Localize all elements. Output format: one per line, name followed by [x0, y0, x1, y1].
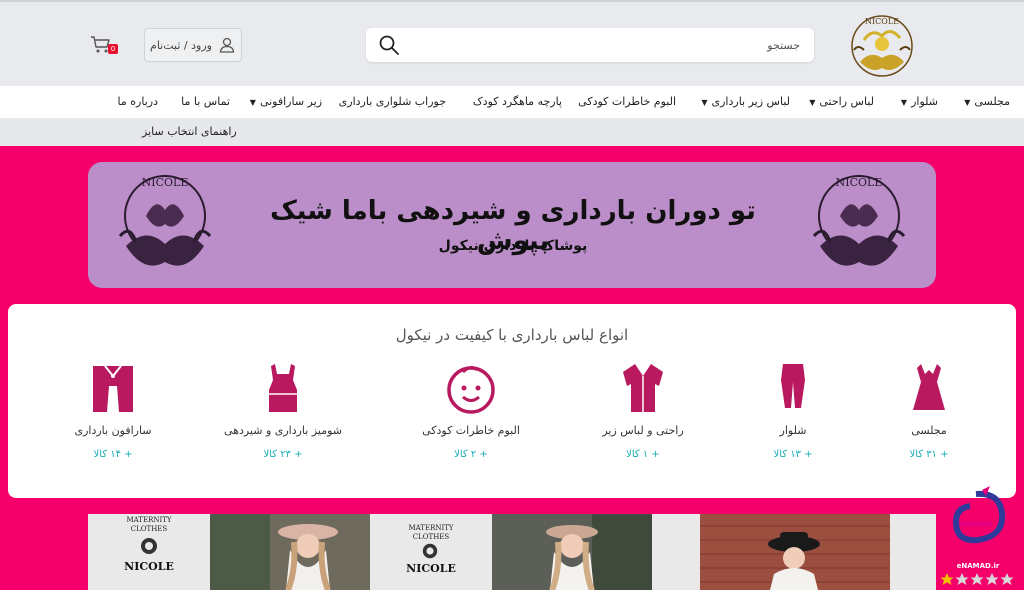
category-label: راحتی و لباس زیر [602, 424, 684, 437]
nicole-logo: NICOLE [118, 175, 212, 266]
promo-banner[interactable]: NICOLE تو دوران بارداری و شیردهی باما شی… [88, 162, 936, 288]
category-count: + ۱۳ کالا [773, 449, 813, 460]
nicole-logo: NICOLE [812, 175, 906, 266]
categories-heading: انواع لباس بارداری با کیفیت در نیکول [395, 326, 629, 344]
user-icon [219, 37, 235, 53]
search-icon[interactable] [378, 34, 400, 56]
product-image[interactable]: MATERNITY CLOTHES NICOLE [88, 514, 370, 590]
category-count: + ۳۱ کالا [909, 449, 949, 460]
product-image[interactable]: MATERNITY CLOTHES NICOLE [370, 514, 652, 590]
category-count: + ۱۴ کالا [93, 449, 133, 460]
brand-line: MATERNITY [408, 524, 454, 532]
brand-line: CLOTHES [412, 533, 450, 541]
model-photo [210, 514, 370, 590]
pants-icon [781, 364, 805, 408]
nav-item-formal[interactable]: مجلسی▼ [964, 86, 1010, 118]
product-image[interactable] [652, 514, 936, 590]
model-photo [652, 514, 936, 590]
nicole-logo[interactable]: NICOLE [842, 10, 922, 82]
secondary-nav: راهنمای انتخاب سایز [0, 118, 1024, 146]
search-input[interactable] [420, 28, 800, 62]
nicole-emblem-icon [422, 543, 438, 559]
nav-item-size-guide[interactable]: راهنمای انتخاب سایز [142, 118, 237, 146]
nav-item-comfort-wear[interactable]: لباس راحتی▼ [809, 86, 874, 118]
nav-item-about[interactable]: درباره ما [118, 86, 158, 118]
enamad-badge[interactable]: eNAMAD.ir [938, 486, 1018, 586]
category-overall[interactable]: سارافون بارداری + ۱۴ کالا [38, 360, 188, 470]
cart-button[interactable]: 0 [88, 32, 122, 58]
baby-face-icon [447, 365, 495, 414]
nav-item-pants[interactable]: شلوار▼ [901, 86, 938, 118]
blouse-icon [269, 364, 297, 412]
login-label: ورود / ثبت‌نام [150, 38, 212, 52]
overall-icon [93, 365, 133, 412]
chevron-down-icon: ▼ [249, 98, 256, 107]
cart-count-badge: 0 [108, 44, 118, 54]
category-pants[interactable]: شلوار + ۱۳ کالا [718, 360, 868, 470]
svg-text:NICOLE: NICOLE [836, 176, 883, 189]
nicole-emblem-icon [141, 538, 157, 554]
model-photo [492, 514, 652, 590]
category-label: البوم خاطرات کودکی [422, 424, 520, 437]
categories-panel: انواع لباس بارداری با کیفیت در نیکول مجل… [8, 304, 1016, 498]
robe-icon [623, 364, 663, 412]
nav-item-childhood-album[interactable]: البوم خاطرات کودکی [578, 86, 676, 118]
category-count: + ۲ کالا [454, 449, 488, 460]
category-label: سارافون بارداری [74, 424, 152, 437]
brand-name: NICOLE [124, 560, 174, 573]
nav-item-tights[interactable]: جوراب شلواری بارداری [339, 86, 446, 118]
svg-text:NICOLE: NICOLE [142, 176, 189, 189]
brand-line: MATERNITY [126, 516, 172, 524]
chevron-down-icon: ▼ [701, 98, 708, 107]
chevron-down-icon: ▼ [809, 98, 816, 107]
nav-item-under-dress[interactable]: زیر سارافونی▼ [250, 86, 322, 118]
brand-name: NICOLE [406, 562, 456, 575]
category-blouse[interactable]: شومیز بارداری و شیردهی + ۲۳ کالا [208, 360, 358, 470]
site-header: NICOLE ورود / ثبت‌نام 0 [0, 0, 1024, 86]
brand-card: MATERNITY CLOTHES NICOLE [370, 514, 492, 590]
category-childhood-album[interactable]: البوم خاطرات کودکی + ۲ کالا [396, 360, 546, 470]
brand-line: CLOTHES [130, 525, 168, 533]
search-box [366, 28, 814, 62]
category-count: + ۲۳ کالا [263, 449, 303, 460]
chevron-down-icon: ▼ [964, 98, 971, 107]
nav-item-contact[interactable]: تماس با ما [181, 86, 230, 118]
svg-text:NICOLE: NICOLE [865, 17, 899, 26]
category-label: شومیز بارداری و شیردهی [223, 424, 343, 437]
enamad-logo-icon [952, 486, 1006, 544]
nav-item-maternity-underwear[interactable]: لباس زیر بارداری▼ [701, 86, 790, 118]
category-label: مجلسی [911, 424, 947, 437]
login-button[interactable]: ورود / ثبت‌نام [144, 28, 242, 62]
brand-card: MATERNITY CLOTHES NICOLE [88, 514, 210, 590]
category-label: شلوار [779, 424, 807, 437]
category-count: + ۱ کالا [626, 449, 660, 460]
main-nav: مجلسی▼ شلوار▼ لباس راحتی▼ لباس زیر باردا… [0, 86, 1024, 118]
dress-icon [913, 364, 945, 410]
category-formal[interactable]: مجلسی + ۳۱ کالا [854, 360, 1004, 470]
rating-stars-icon [940, 573, 1014, 585]
enamad-label: eNAMAD.ir [956, 562, 1000, 570]
chevron-down-icon: ▼ [900, 98, 908, 107]
banner-subtitle: پوشاک بارداری نیکول [438, 238, 588, 254]
category-comfort[interactable]: راحتی و لباس زیر + ۱ کالا [568, 360, 718, 470]
nav-item-baby-fabric[interactable]: پارچه ماهگرد کودک [473, 86, 562, 118]
